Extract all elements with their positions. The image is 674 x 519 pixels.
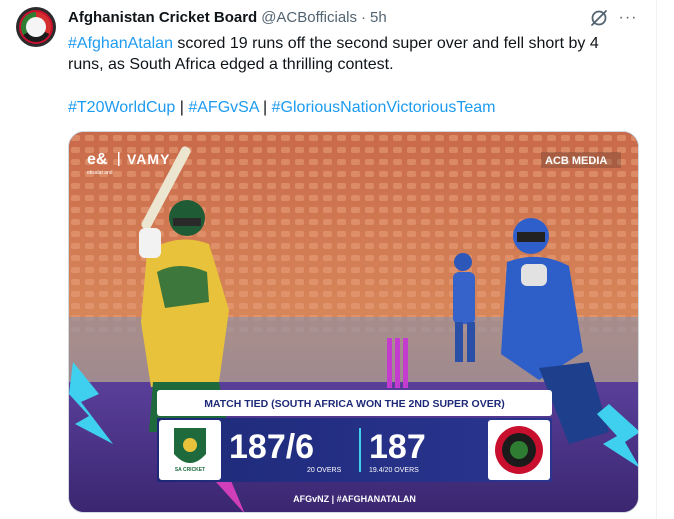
more-options-icon[interactable]: ··· (618, 8, 638, 28)
match-graphic: e& etisalat and VAMY ACB MEDIA MATCH TIE… (69, 132, 638, 512)
sponsor-vamy: VAMY (127, 151, 170, 167)
tweet-hashtags: #T20WorldCup | #AFGvSA | #GloriousNation… (68, 97, 495, 118)
author-handle[interactable]: @ACBofficials (261, 8, 357, 28)
hashtag-afgvsa[interactable]: #AFGvSA (188, 99, 258, 116)
tweet-timestamp[interactable]: 5h (370, 8, 387, 28)
tweet[interactable]: Afghanistan Cricket Board @ACBofficials … (0, 0, 656, 519)
graphic-footer-hashtags: AFGvNZ | #AFGHANATALAN (293, 494, 416, 504)
hashtag-t20worldcup[interactable]: #T20WorldCup (68, 99, 175, 116)
hashtag-afghanatalan[interactable]: #AfghanAtalan (68, 35, 173, 52)
hashtag-separator: | (258, 99, 272, 116)
tweet-text: #AfghanAtalan scored 19 runs off the sec… (68, 33, 643, 75)
afg-score: 187 (369, 428, 426, 466)
grok-icon[interactable] (589, 8, 609, 28)
brand-tag: ACB MEDIA (545, 155, 607, 167)
sa-crest-text: SA CRICKET (175, 467, 205, 473)
afg-overs: 19.4/20 OVERS (369, 467, 419, 474)
sponsor-eand: e& (87, 151, 108, 168)
hashtag-gloriousnation[interactable]: #GloriousNationVictoriousTeam (272, 99, 496, 116)
score-panel: MATCH TIED (SOUTH AFRICA WON THE 2ND SUP… (157, 390, 552, 482)
acb-logo-icon (19, 10, 53, 44)
stumps-icon (387, 338, 408, 388)
avatar[interactable] (16, 7, 56, 47)
tweet-image[interactable]: e& etisalat and VAMY ACB MEDIA MATCH TIE… (68, 131, 639, 513)
column-divider (656, 0, 657, 519)
author-name[interactable]: Afghanistan Cricket Board (68, 8, 257, 28)
acb-media-badge: ACB MEDIA (541, 152, 621, 168)
tweet-text-line2: runs, as South Africa edged a thrilling … (68, 56, 394, 73)
tweet-header: Afghanistan Cricket Board @ACBofficials … (68, 8, 387, 28)
hashtag-separator: | (175, 99, 189, 116)
match-result-headline: MATCH TIED (SOUTH AFRICA WON THE 2ND SUP… (204, 398, 505, 410)
header-separator: · (361, 9, 367, 26)
sponsor-eand-sub: etisalat and (87, 170, 113, 176)
sa-score: 187/6 (229, 428, 314, 466)
tweet-text-line1: scored 19 runs off the second super over… (172, 35, 599, 52)
sa-overs: 20 OVERS (307, 467, 342, 474)
